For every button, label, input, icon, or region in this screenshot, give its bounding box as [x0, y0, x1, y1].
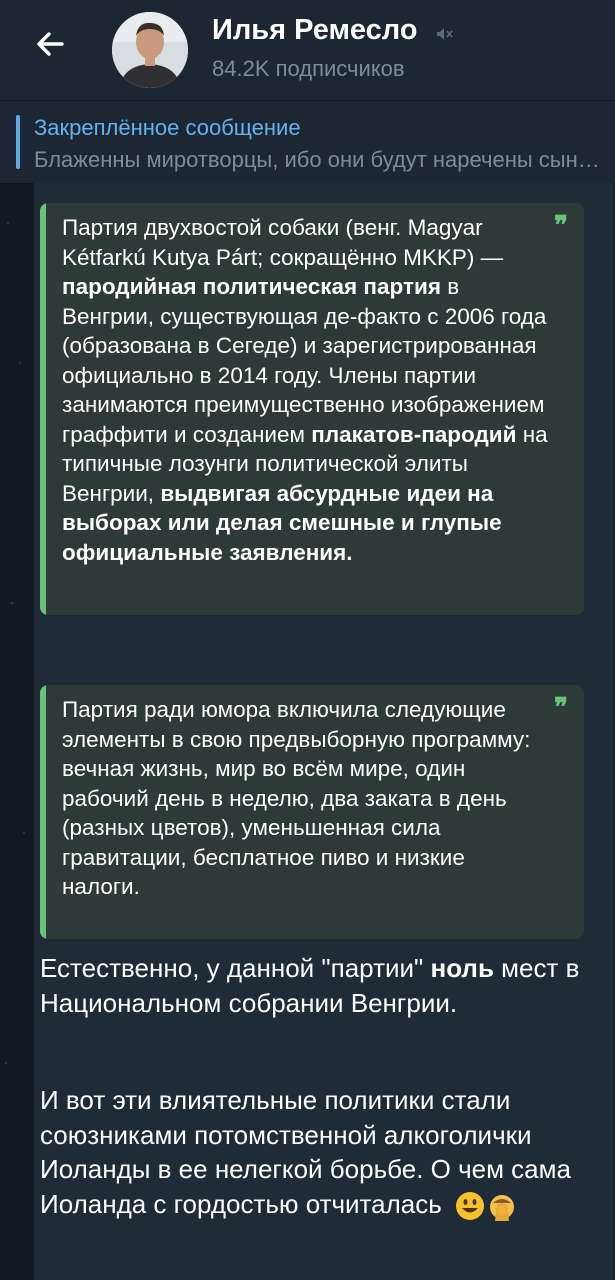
quote-icon: ❞ — [554, 693, 568, 723]
pinned-text: Блаженны миротворцы, ибо они будут нареч… — [34, 147, 604, 172]
mute-icon — [437, 28, 453, 40]
smiley-emoji — [456, 1191, 485, 1220]
quote-bar — [40, 685, 46, 939]
pinned-indicator — [16, 115, 20, 169]
facepalm-emoji — [490, 1194, 515, 1221]
quote-icon: ❞ — [554, 211, 568, 241]
back-arrow-icon — [37, 32, 64, 56]
quote-block: ❞ Партия ради юмора включила следующие э… — [40, 685, 584, 939]
pinned-title: Закреплённое сообщение — [34, 115, 301, 140]
quote-text: Партия ради юмора включила следующие эле… — [62, 697, 531, 899]
avatar[interactable] — [112, 12, 188, 88]
subscriber-count: 84.2K подписчиков — [212, 56, 405, 81]
quote-text: Партия двухвостой собаки (венг. Magyar K… — [62, 215, 548, 565]
message-text: И вот эти влиятельные политики стали сою… — [40, 1083, 580, 1221]
quote-block: ❞ Партия двухвостой собаки (венг. Magyar… — [40, 203, 584, 615]
quote-bar — [40, 203, 46, 615]
back-button[interactable] — [28, 22, 72, 66]
chat-area: ❞ Партия двухвостой собаки (венг. Magyar… — [0, 183, 615, 1280]
chat-header: Илья Ремесло 84.2K подписчиков — [0, 0, 615, 100]
message-text: Естественно, у данной "партии" ноль мест… — [40, 953, 580, 1018]
channel-title[interactable]: Илья Ремесло — [212, 14, 418, 47]
pinned-message-bar[interactable]: Закреплённое сообщение Блаженны миротвор… — [0, 100, 615, 183]
